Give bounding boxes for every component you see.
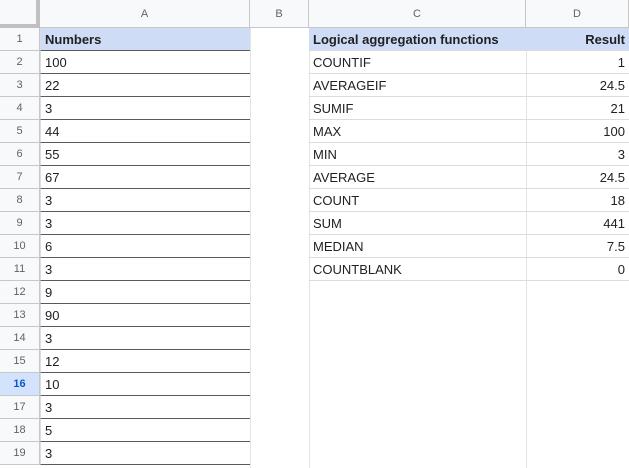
row-header-19[interactable]: 19 bbox=[0, 442, 40, 465]
number-cell[interactable]: 3 bbox=[40, 327, 250, 350]
function-result-cell[interactable]: 0 bbox=[526, 258, 629, 281]
function-name-cell[interactable]: COUNT bbox=[309, 189, 526, 212]
number-cell[interactable]: 12 bbox=[40, 350, 250, 373]
number-cell[interactable]: 22 bbox=[40, 74, 250, 97]
function-result-cell[interactable]: 24.5 bbox=[526, 74, 629, 97]
function-result-cell[interactable]: 441 bbox=[526, 212, 629, 235]
function-result-cell[interactable]: 24.5 bbox=[526, 166, 629, 189]
row-header-14[interactable]: 14 bbox=[0, 327, 40, 350]
number-cell[interactable]: 67 bbox=[40, 166, 250, 189]
row-header-1[interactable]: 1 bbox=[0, 28, 40, 51]
function-name-cell[interactable]: AVERAGEIF bbox=[309, 74, 526, 97]
number-cell[interactable]: 100 bbox=[40, 51, 250, 74]
column-header-c[interactable]: C bbox=[309, 0, 526, 28]
summary-header-label[interactable]: Logical aggregation functions bbox=[309, 28, 526, 51]
number-cell[interactable]: 44 bbox=[40, 120, 250, 143]
function-result-cell[interactable]: 100 bbox=[526, 120, 629, 143]
cell-a1-numbers-header[interactable]: Numbers bbox=[40, 28, 250, 51]
number-cell[interactable]: 3 bbox=[40, 258, 250, 281]
summary-header-result[interactable]: Result bbox=[526, 28, 629, 51]
function-name-cell[interactable]: COUNTBLANK bbox=[309, 258, 526, 281]
column-header-d[interactable]: D bbox=[526, 0, 629, 28]
number-cell[interactable]: 55 bbox=[40, 143, 250, 166]
row-header-18[interactable]: 18 bbox=[0, 419, 40, 442]
row-header-9[interactable]: 9 bbox=[0, 212, 40, 235]
function-name-cell[interactable]: MEDIAN bbox=[309, 235, 526, 258]
function-result-cell[interactable]: 3 bbox=[526, 143, 629, 166]
number-cell[interactable]: 10 bbox=[40, 373, 250, 396]
column-header-b[interactable]: B bbox=[250, 0, 309, 28]
row-header-17[interactable]: 17 bbox=[0, 396, 40, 419]
row-header-4[interactable]: 4 bbox=[0, 97, 40, 120]
row-header-6[interactable]: 6 bbox=[0, 143, 40, 166]
number-cell[interactable]: 6 bbox=[40, 235, 250, 258]
function-name-cell[interactable]: MAX bbox=[309, 120, 526, 143]
number-cell[interactable]: 3 bbox=[40, 189, 250, 212]
function-name-cell[interactable]: AVERAGE bbox=[309, 166, 526, 189]
row-header-15[interactable]: 15 bbox=[0, 350, 40, 373]
number-cell[interactable]: 5 bbox=[40, 419, 250, 442]
function-result-cell[interactable]: 1 bbox=[526, 51, 629, 74]
grid-line bbox=[250, 28, 251, 468]
number-cell[interactable]: 3 bbox=[40, 442, 250, 465]
number-cell[interactable]: 9 bbox=[40, 281, 250, 304]
row-header-5[interactable]: 5 bbox=[0, 120, 40, 143]
number-cell[interactable]: 3 bbox=[40, 212, 250, 235]
row-header-8[interactable]: 8 bbox=[0, 189, 40, 212]
row-header-3[interactable]: 3 bbox=[0, 74, 40, 97]
spreadsheet: A B C D 1 2 3 4 5 6 7 8 9 10 11 12 13 14 15 16 17 18 19 Numbers… bbox=[0, 0, 629, 468]
number-cell[interactable]: 3 bbox=[40, 97, 250, 120]
select-all-corner[interactable] bbox=[0, 0, 40, 28]
row-header-7[interactable]: 7 bbox=[0, 166, 40, 189]
function-name-cell[interactable]: SUM bbox=[309, 212, 526, 235]
row-header-12[interactable]: 12 bbox=[0, 281, 40, 304]
row-header-2[interactable]: 2 bbox=[0, 51, 40, 74]
function-name-cell[interactable]: MIN bbox=[309, 143, 526, 166]
row-header-11[interactable]: 11 bbox=[0, 258, 40, 281]
function-result-cell[interactable]: 21 bbox=[526, 97, 629, 120]
row-header-16[interactable]: 16 bbox=[0, 373, 40, 396]
row-header-10[interactable]: 10 bbox=[0, 235, 40, 258]
number-cell[interactable]: 90 bbox=[40, 304, 250, 327]
column-header-a[interactable]: A bbox=[40, 0, 250, 28]
function-result-cell[interactable]: 18 bbox=[526, 189, 629, 212]
function-result-cell[interactable]: 7.5 bbox=[526, 235, 629, 258]
number-cell[interactable]: 3 bbox=[40, 396, 250, 419]
function-name-cell[interactable]: SUMIF bbox=[309, 97, 526, 120]
function-name-cell[interactable]: COUNTIF bbox=[309, 51, 526, 74]
row-header-13[interactable]: 13 bbox=[0, 304, 40, 327]
